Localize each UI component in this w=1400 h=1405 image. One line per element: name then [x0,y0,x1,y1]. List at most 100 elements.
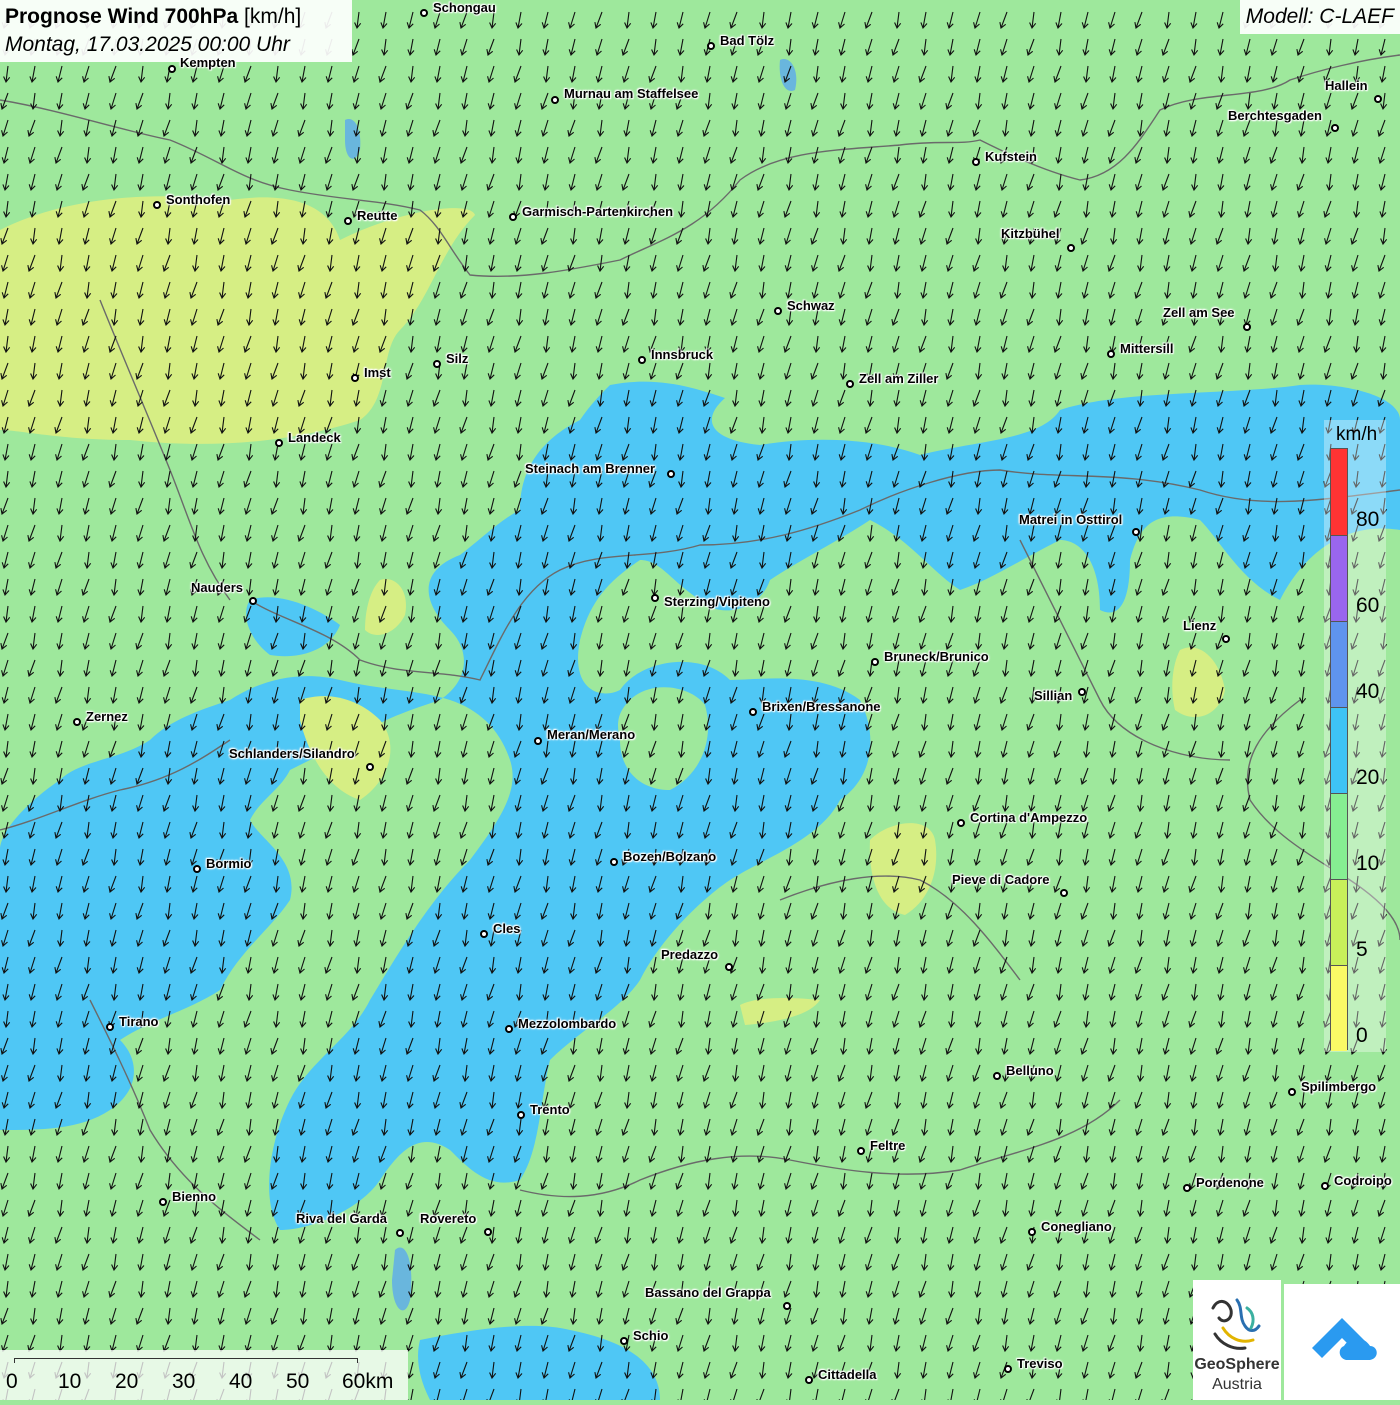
city-marker-brixen-bressanone [749,708,757,716]
color-legend: km/h 80 60 40 20 10 5 0 [1324,420,1386,1052]
city-label-meran-merano: Meran/Merano [547,727,636,742]
city-marker-schongau [420,9,428,17]
city-label-tirano: Tirano [119,1014,159,1029]
city-marker-silz [433,360,441,368]
city-label-zernez: Zernez [86,709,128,724]
city-label-kufstein: Kufstein [985,149,1037,164]
city-label-schio: Schio [633,1328,669,1343]
legend-band [1331,879,1347,965]
map-title: Prognose Wind 700hPa [5,5,239,28]
city-marker-sterzing-vipiteno [651,594,659,602]
city-marker-berchtesgaden [1331,124,1339,132]
city-label-bad-t-lz: Bad Tölz [720,33,775,48]
city-label-bassano-del-grappa: Bassano del Grappa [645,1285,771,1300]
city-marker-matrei-in-osttirol [1132,528,1140,536]
city-marker-schio [620,1337,628,1345]
city-label-sterzing-vipiteno: Sterzing/Vipiteno [664,594,770,609]
geosphere-logo[interactable]: GeoSphere Austria [1193,1280,1281,1400]
legend-band [1331,621,1347,707]
city-label-codroipo: Codroipo [1334,1173,1392,1188]
city-marker-treviso [1004,1365,1012,1373]
city-label-belluno: Belluno [1006,1063,1054,1078]
city-marker-zernez [73,718,81,726]
city-label-riva-del-garda: Riva del Garda [296,1211,388,1226]
city-marker-bassano-del-grappa [783,1302,791,1310]
city-marker-steinach-am-brenner [667,470,675,478]
city-marker-feltre [857,1147,865,1155]
city-marker-zell-am-see [1243,323,1251,331]
scale-bar-line [14,1358,358,1363]
city-label-bormio: Bormio [206,856,252,871]
city-marker-tirano [106,1023,114,1031]
scale-label-30: 30 [172,1370,196,1393]
city-marker-predazzo [725,963,733,971]
app-logo[interactable] [1284,1284,1400,1400]
city-label-garmisch-partenkirchen: Garmisch-Partenkirchen [522,204,674,219]
city-marker-bad-t-lz [707,42,715,50]
legend-label-5: 5 [1356,938,1368,961]
legend-band [1331,449,1347,535]
forecast-date: Montag, 17.03.2025 00:00 Uhr [5,33,290,56]
city-marker-rovereto [484,1228,492,1236]
legend-label-40: 40 [1356,680,1380,703]
city-label-zell-am-ziller: Zell am Ziller [859,371,939,386]
city-marker-zell-am-ziller [846,380,854,388]
city-label-treviso: Treviso [1017,1356,1063,1371]
city-label-cortina-d-ampezzo: Cortina d'Ampezzo [970,810,1088,825]
city-marker-hallein [1374,95,1382,103]
city-marker-bienno [159,1198,167,1206]
city-marker-codroipo [1321,1182,1329,1190]
city-label-pieve-di-cadore: Pieve di Cadore [952,872,1050,887]
city-label-predazzo: Predazzo [661,947,719,962]
city-label-nauders: Nauders [191,580,244,595]
city-marker-bormio [193,865,201,873]
app-logo-icon [1312,1318,1377,1360]
geosphere-country: Austria [1212,1376,1262,1393]
city-marker-bozen-bolzano [610,858,618,866]
city-label-sillian: Sillian [1034,688,1073,703]
scale-label-20: 20 [115,1370,139,1393]
city-marker-sillian [1078,688,1086,696]
city-label-matrei-in-osttirol: Matrei in Osttirol [1019,512,1123,527]
legend-band [1331,535,1347,621]
city-marker-pieve-di-cadore [1060,889,1068,897]
city-marker-kufstein [972,158,980,166]
city-label-conegliano: Conegliano [1041,1219,1112,1234]
scale-label-10: 10 [58,1370,82,1393]
city-marker-cortina-d-ampezzo [957,819,965,827]
city-marker-garmisch-partenkirchen [509,213,517,221]
city-label-schlanders-silandro: Schlanders/Silandro [229,746,355,761]
city-marker-reutte [344,217,352,225]
city-label-feltre: Feltre [870,1138,906,1153]
city-marker-lienz [1222,635,1230,643]
city-label-cittadella: Cittadella [818,1367,877,1382]
city-marker-cittadella [805,1376,813,1384]
city-label-zell-am-see: Zell am See [1163,305,1235,320]
city-marker-nauders [249,597,257,605]
scale-label-0: 0 [6,1370,18,1393]
city-marker-innsbruck [638,356,646,364]
city-label-sonthofen: Sonthofen [166,192,231,207]
city-marker-schlanders-silandro [366,763,374,771]
city-marker-riva-del-garda [396,1229,404,1237]
city-label-bienno: Bienno [172,1189,217,1204]
city-marker-pordenone [1183,1184,1191,1192]
legend-label-10: 10 [1356,852,1380,875]
city-label-lienz: Lienz [1183,618,1217,633]
city-label-steinach-am-brenner: Steinach am Brenner [525,461,656,476]
model-label: Modell: C-LAEF [1239,0,1400,34]
city-label-reutte: Reutte [357,208,398,223]
city-marker-mittersill [1107,350,1115,358]
city-marker-landeck [275,439,283,447]
city-label-murnau-am-staffelsee: Murnau am Staffelsee [564,86,699,101]
title-line: Prognose Wind 700hPa [km/h] [5,3,347,31]
scale-label-50: 50 [286,1370,310,1393]
city-marker-imst [351,374,359,382]
title-box: Prognose Wind 700hPa [km/h] Montag, 17.0… [0,0,352,62]
scale-label-40: 40 [229,1370,253,1393]
city-label-schongau: Schongau [433,0,496,15]
city-label-rovereto: Rovereto [420,1211,477,1226]
city-label-kitzb-hel: Kitzbühel [1001,226,1060,241]
city-label-hallein: Hallein [1325,78,1368,93]
city-marker-schwaz [774,307,782,315]
